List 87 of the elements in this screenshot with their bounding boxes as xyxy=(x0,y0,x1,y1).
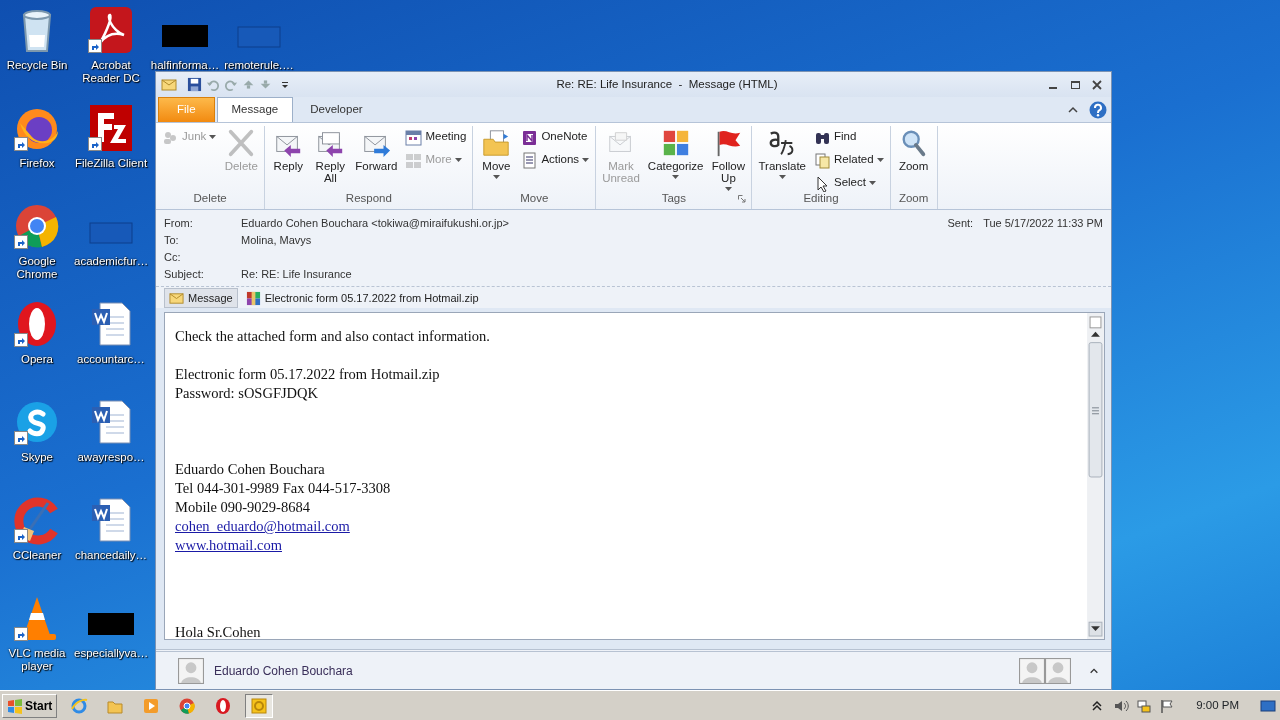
field-value: Tue 5/17/2022 11:33 PM xyxy=(983,216,1103,232)
desktop-icon-label[interactable]: CCleaner xyxy=(12,549,62,562)
desktop-icon-label[interactable]: Firefox xyxy=(19,157,55,170)
customize-caret-icon[interactable] xyxy=(280,79,290,90)
desktop-icon-label[interactable]: Opera xyxy=(21,353,53,366)
desktop-icon-label[interactable]: awayrespo… xyxy=(77,451,145,464)
field-label: Sent: xyxy=(947,216,974,232)
browser-icon xyxy=(70,696,89,715)
body-text: Mobile 090-9029-8684 xyxy=(175,499,310,515)
mail-app-icon xyxy=(250,696,269,715)
taskbar-button[interactable] xyxy=(245,693,274,718)
ribbon-button[interactable]: Reply All xyxy=(310,126,351,186)
desktop-icon-label[interactable]: accountarc… xyxy=(77,353,145,366)
show-desktop-button[interactable] xyxy=(1260,697,1276,714)
opera-icon xyxy=(214,696,233,715)
group-label: Move xyxy=(520,190,549,206)
group-label: Zoom xyxy=(898,190,929,206)
help-icon[interactable] xyxy=(1089,101,1107,119)
avatar-icon xyxy=(1045,657,1071,684)
ribbon-button[interactable]: Meeting xyxy=(402,126,470,148)
chrome-icon xyxy=(178,696,197,715)
desktop-icon-label[interactable]: especiallyva… xyxy=(74,647,148,660)
ribbon-button[interactable]: Related xyxy=(811,149,887,171)
field-label: From: xyxy=(164,216,194,232)
ribbon-button[interactable]: Zoom xyxy=(893,126,934,174)
ribbon-button[interactable]: Actions xyxy=(518,149,593,171)
desktop-icon-label[interactable]: remoterule.… xyxy=(224,59,294,72)
body-text: Check the attached form and also contact information. xyxy=(175,328,490,344)
desktop-icon-label[interactable]: Acrobat Reader DC xyxy=(74,59,148,85)
ribbon-button[interactable]: Follow Up xyxy=(708,126,749,194)
desktop-icon-label[interactable]: academicfur… xyxy=(74,255,148,268)
body-link[interactable]: cohen_eduardo@hotmail.com xyxy=(175,518,350,534)
field-value: Eduardo Cohen Bouchara <tokiwa@miraifukushi.or.jp> xyxy=(241,216,510,232)
desktop-icon-label[interactable]: halfinforma… xyxy=(150,59,220,72)
close-button[interactable] xyxy=(1091,78,1103,91)
media-player-icon xyxy=(142,696,161,715)
body-text: Password: sOSGFJDQK xyxy=(175,385,318,401)
folder-icon xyxy=(481,128,512,158)
start-button[interactable]: Start xyxy=(2,693,58,718)
dialog-launcher-icon[interactable] xyxy=(738,195,747,203)
attachment-tab[interactable]: Message xyxy=(164,288,238,308)
clock-text[interactable]: 9:00 PM xyxy=(1196,696,1239,715)
field-value: Molina, Mavys xyxy=(241,233,313,249)
ribbon-button[interactable]: Find xyxy=(811,126,887,148)
ribbon-button[interactable]: Reply xyxy=(268,126,309,174)
windows-logo-icon xyxy=(7,697,23,714)
desktop-icon-label[interactable]: Google Chrome xyxy=(0,255,74,281)
body-text: Eduardo Cohen Bouchara xyxy=(175,461,325,477)
field-label: Cc: xyxy=(164,250,182,266)
attachment-tab[interactable]: Electronic form 05.17.2022 from Hotmail.zip xyxy=(240,288,484,308)
desktop-icon-label[interactable]: VLC media player xyxy=(0,647,74,673)
calendar-icon xyxy=(405,128,423,146)
body-link[interactable]: www.hotmail.com xyxy=(175,537,282,553)
scrollbar[interactable] xyxy=(1087,313,1104,639)
envelope-icon xyxy=(161,76,177,93)
window-title: Re: RE: Life Insurance - Message (HTML) xyxy=(555,76,779,92)
ribbon-tab[interactable]: Message xyxy=(216,96,294,122)
field-label: To: xyxy=(164,233,180,249)
grid-icon xyxy=(405,151,423,169)
flag-icon[interactable] xyxy=(1159,697,1176,714)
body-text: Tel 044-301-9989 Fax 044-517-3308 xyxy=(175,480,391,496)
avatar-icon xyxy=(1019,657,1045,684)
envelope-icon xyxy=(169,290,184,306)
group-label: Tags xyxy=(661,190,686,206)
network-icon[interactable] xyxy=(1136,697,1153,714)
notebook-icon xyxy=(521,128,539,146)
desktop-icon-label[interactable]: Skype xyxy=(21,451,53,464)
body-text: Hola Sr.Cohen xyxy=(175,624,261,639)
ribbon-button[interactable]: Move xyxy=(476,126,517,182)
ribbon-button[interactable]: Categorize xyxy=(644,126,707,182)
ribbon-button[interactable]: OneNote xyxy=(518,126,593,148)
group-label: Respond xyxy=(345,190,392,206)
documents-icon xyxy=(814,151,831,169)
ribbon-tab[interactable]: Developer xyxy=(295,96,378,122)
document-icon xyxy=(521,151,539,169)
save-icon[interactable] xyxy=(187,77,202,92)
avatar-icon xyxy=(178,657,204,684)
desktop-icon-label[interactable]: Recycle Bin xyxy=(6,59,68,72)
body-text: Electronic form 05.17.2022 from Hotmail.zip xyxy=(175,366,440,382)
group-label: Delete xyxy=(193,190,227,206)
archive-icon xyxy=(245,290,261,306)
field-label: Subject: xyxy=(164,267,205,283)
field-value: Re: RE: Life Insurance xyxy=(241,267,353,283)
desktop-icon-label[interactable]: FileZilla Client xyxy=(74,157,148,170)
ribbon-button[interactable]: Translate xyxy=(755,126,809,182)
desktop-icon-label[interactable]: chancedaily… xyxy=(74,549,148,562)
ribbon-button[interactable]: Forward xyxy=(352,126,401,174)
